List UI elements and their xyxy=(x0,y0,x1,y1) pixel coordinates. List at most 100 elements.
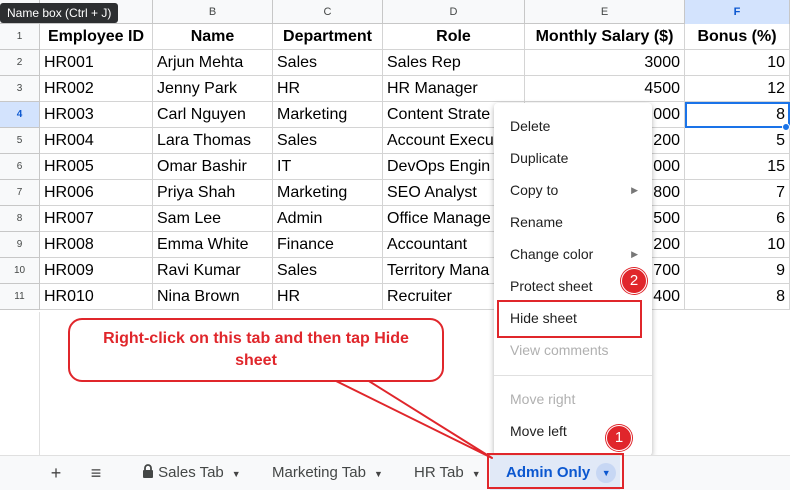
grid-cell[interactable]: HR003 xyxy=(40,102,153,128)
menu-item-change-color[interactable]: Change color ▶ xyxy=(494,238,652,270)
chevron-down-icon: ▼ xyxy=(373,469,383,479)
column-title-cell[interactable]: Employee ID xyxy=(40,24,153,50)
header-data-row: 1 Employee ID Name Department Role Monthly Sa… xyxy=(0,24,790,50)
tab-label: Marketing Tab xyxy=(272,464,366,481)
grid-cell[interactable]: 8 xyxy=(685,284,790,310)
grid-cell[interactable]: Lara Thomas xyxy=(153,128,273,154)
column-header-b[interactable]: B xyxy=(153,0,273,24)
grid-cell[interactable]: Omar Bashir xyxy=(153,154,273,180)
tab-marketing[interactable]: Marketing Tab ▼ xyxy=(272,456,383,490)
menu-item-label: Copy to xyxy=(510,182,559,198)
grid-cell[interactable]: Sam Lee xyxy=(153,206,273,232)
menu-item-move-right: Move right xyxy=(494,383,652,415)
row-header[interactable]: 11 xyxy=(0,284,40,310)
hide-sheet-highlight xyxy=(497,300,642,338)
column-title-cell[interactable]: Bonus (%) xyxy=(685,24,790,50)
grid-cell[interactable]: Nina Brown xyxy=(153,284,273,310)
tab-hr[interactable]: HR Tab ▼ xyxy=(414,456,481,490)
menu-item-label: Move left xyxy=(510,423,567,439)
column-header-e[interactable]: E xyxy=(525,0,685,24)
column-title-cell[interactable]: Monthly Salary ($) xyxy=(525,24,685,50)
grid-cell[interactable]: HR001 xyxy=(40,50,153,76)
column-header-row: A B C D E F xyxy=(0,0,790,24)
row-header[interactable]: 6 xyxy=(0,154,40,180)
grid-cell[interactable]: HR008 xyxy=(40,232,153,258)
column-header-c[interactable]: C xyxy=(273,0,383,24)
row-header[interactable]: 7 xyxy=(0,180,40,206)
grid-cell[interactable]: HR010 xyxy=(40,284,153,310)
grid-cell[interactable]: 9 xyxy=(685,258,790,284)
grid-cell[interactable]: HR007 xyxy=(40,206,153,232)
grid-cell[interactable]: Sales xyxy=(273,258,383,284)
selection-fill-handle[interactable] xyxy=(782,123,790,131)
grid-cell[interactable]: Carl Nguyen xyxy=(153,102,273,128)
column-header-d[interactable]: D xyxy=(383,0,525,24)
table-row: 4 HR003 Carl Nguyen Marketing Content Strate… xyxy=(0,102,790,128)
instruction-callout: Right-click on this tab and then tap Hid… xyxy=(68,318,444,382)
chevron-down-icon: ▼ xyxy=(231,469,241,479)
grid-cell[interactable]: 3000 xyxy=(525,50,685,76)
column-title-cell[interactable]: Name xyxy=(153,24,273,50)
tab-sales[interactable]: Sales Tab ▼ xyxy=(142,456,241,490)
menu-item-label: Protect sheet xyxy=(510,278,593,294)
menu-item-label: Duplicate xyxy=(510,150,569,166)
grid-cell[interactable]: Finance xyxy=(273,232,383,258)
column-header-f[interactable]: F xyxy=(685,0,790,24)
grid-cell[interactable]: HR004 xyxy=(40,128,153,154)
all-sheets-button[interactable]: ≡ xyxy=(82,462,110,486)
grid-cell[interactable]: Arjun Mehta xyxy=(153,50,273,76)
column-title-cell[interactable]: Role xyxy=(383,24,525,50)
menu-item-delete[interactable]: Delete xyxy=(494,110,652,142)
grid-cell[interactable]: 7 xyxy=(685,180,790,206)
row-header[interactable]: 5 xyxy=(0,128,40,154)
menu-item-duplicate[interactable]: Duplicate xyxy=(494,142,652,174)
grid-cell[interactable]: HR006 xyxy=(40,180,153,206)
menu-item-rename[interactable]: Rename xyxy=(494,206,652,238)
submenu-arrow-icon: ▶ xyxy=(631,249,638,259)
row-header[interactable]: 10 xyxy=(0,258,40,284)
grid-cell[interactable]: 4500 xyxy=(525,76,685,102)
grid-cell[interactable]: HR xyxy=(273,76,383,102)
table-row: 2 HR001 Arjun Mehta Sales Sales Rep 3000 10 xyxy=(0,50,790,76)
grid-cell[interactable]: Sales xyxy=(273,128,383,154)
grid-cell[interactable]: Jenny Park xyxy=(153,76,273,102)
table-row: 3 HR002 Jenny Park HR HR Manager 4500 12 xyxy=(0,76,790,102)
grid-cell[interactable]: Admin xyxy=(273,206,383,232)
grid-cell[interactable]: 15 xyxy=(685,154,790,180)
row-header[interactable]: 4 xyxy=(0,102,40,128)
row-header[interactable]: 1 xyxy=(0,24,40,50)
grid-cell[interactable]: Sales xyxy=(273,50,383,76)
grid-cell[interactable]: 12 xyxy=(685,76,790,102)
grid-cell[interactable]: Ravi Kumar xyxy=(153,258,273,284)
grid-cell[interactable]: 10 xyxy=(685,232,790,258)
grid-cell[interactable]: Emma White xyxy=(153,232,273,258)
grid-cell[interactable]: 10 xyxy=(685,50,790,76)
grid-cell[interactable]: 5 xyxy=(685,128,790,154)
table-row: 9 HR008 Emma White Finance Accountant 200 10 xyxy=(0,232,790,258)
menu-item-label: Delete xyxy=(510,118,551,134)
menu-item-copy-to[interactable]: Copy to ▶ xyxy=(494,174,652,206)
tab-label: Sales Tab xyxy=(158,464,224,481)
row-header[interactable]: 9 xyxy=(0,232,40,258)
grid-cell[interactable]: 8 xyxy=(685,102,790,128)
grid-cell[interactable]: HR009 xyxy=(40,258,153,284)
row-header[interactable]: 8 xyxy=(0,206,40,232)
row-header[interactable]: 3 xyxy=(0,76,40,102)
grid-cell[interactable]: HR005 xyxy=(40,154,153,180)
column-title-cell[interactable]: Department xyxy=(273,24,383,50)
add-sheet-button[interactable]: + xyxy=(42,462,70,486)
menu-item-label: Rename xyxy=(510,214,563,230)
grid-cell[interactable]: HR xyxy=(273,284,383,310)
menu-item-label: Change color xyxy=(510,246,594,262)
grid-cell[interactable]: IT xyxy=(273,154,383,180)
grid-cell[interactable]: Marketing xyxy=(273,180,383,206)
row-header[interactable]: 2 xyxy=(0,50,40,76)
grid-cell[interactable]: 6 xyxy=(685,206,790,232)
table-row: 11 HR010 Nina Brown HR Recruiter 400 8 xyxy=(0,284,790,310)
grid-cell[interactable]: Marketing xyxy=(273,102,383,128)
grid-cell[interactable]: Priya Shah xyxy=(153,180,273,206)
sheet-tab-bar: + ≡ Sales Tab ▼ Marketing Tab ▼ HR Tab ▼ Ad… xyxy=(0,455,790,490)
grid-cell[interactable]: HR Manager xyxy=(383,76,525,102)
grid-cell[interactable]: HR002 xyxy=(40,76,153,102)
grid-cell[interactable]: Sales Rep xyxy=(383,50,525,76)
